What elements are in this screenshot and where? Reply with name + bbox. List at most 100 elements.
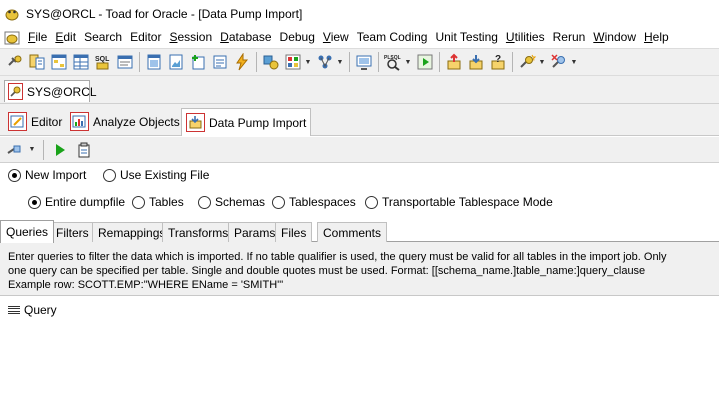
project-manager-button[interactable]: [260, 51, 282, 73]
sql-editor-button[interactable]: [48, 51, 70, 73]
radio-circle[interactable]: [272, 195, 285, 209]
plsql-dropdown[interactable]: ▼: [404, 59, 412, 66]
session-browser-button[interactable]: [70, 51, 92, 73]
menu-help[interactable]: Help: [640, 27, 673, 48]
toad-app-icon: [5, 9, 19, 20]
clipboard-button[interactable]: [73, 139, 95, 161]
sql-button[interactable]: SQL: [92, 51, 114, 73]
network-button[interactable]: [314, 51, 336, 73]
schema-browser-button[interactable]: [26, 51, 48, 73]
radio-circle[interactable]: [132, 195, 145, 209]
connect-dropdown[interactable]: ▼: [538, 59, 546, 66]
toolbar-separator: [512, 52, 513, 72]
radio-label: Use Existing File: [120, 168, 210, 182]
disconnect-dropdown[interactable]: ▼: [570, 59, 578, 66]
menu-label: Unit Testing: [435, 30, 498, 44]
toad-menu-icon[interactable]: [4, 30, 20, 46]
radio-circle[interactable]: [103, 168, 116, 182]
describe-button[interactable]: [209, 51, 231, 73]
tab-queries[interactable]: Queries: [0, 220, 55, 243]
palette-dropdown[interactable]: ▼: [304, 59, 312, 66]
query-list[interactable]: Query: [0, 295, 719, 406]
menu-label: Editor: [130, 30, 162, 44]
radio-circle[interactable]: [198, 195, 211, 209]
tab-label: Params: [234, 225, 276, 240]
plsql-magnifier-icon: PLSQL: [384, 55, 401, 71]
list-icon: [8, 305, 20, 315]
tab-label: Remappings: [98, 225, 166, 240]
disconnect-button[interactable]: [548, 51, 570, 73]
menu-utilities[interactable]: Utilities: [502, 27, 549, 48]
toolbar-separator: [439, 52, 440, 72]
doc-tab-data-pump-import[interactable]: Data Pump Import: [181, 108, 312, 136]
menu-team-coding[interactable]: Team Coding: [353, 27, 432, 48]
server-output-button[interactable]: [353, 51, 375, 73]
menu-database[interactable]: Database: [216, 27, 275, 48]
menu-mnemonic: V: [322, 30, 331, 44]
menu-mnemonic: D: [220, 30, 229, 44]
tab-comments[interactable]: Comments: [317, 222, 388, 242]
radio-use-existing-file[interactable]: Use Existing File: [103, 167, 209, 183]
tab-filters[interactable]: Filters: [50, 222, 95, 242]
menu-view[interactable]: View: [319, 27, 353, 48]
tab-transforms[interactable]: Transforms: [162, 222, 235, 242]
monitor-icon: [356, 55, 372, 70]
plsql-debug-button[interactable]: PLSQL: [382, 51, 404, 73]
menu-unit-testing[interactable]: Unit Testing: [431, 27, 501, 48]
doc-tab-analyze-objects[interactable]: Analyze Objects: [66, 108, 185, 135]
radio-label: Entire dumpfile: [45, 195, 126, 209]
window-list-button[interactable]: [114, 51, 136, 73]
tab-label: Files: [281, 225, 307, 240]
radio-tablespaces[interactable]: Tablespaces: [272, 194, 356, 210]
menu-file[interactable]: File: [24, 27, 51, 48]
shapes-icon: [263, 55, 279, 70]
view-button-1[interactable]: [143, 51, 165, 73]
radio-circle[interactable]: [365, 195, 378, 209]
execute-button[interactable]: [231, 51, 253, 73]
menu-edit[interactable]: Edit: [51, 27, 80, 48]
tab-params[interactable]: Params: [228, 222, 282, 242]
menu-rerun[interactable]: Rerun: [549, 27, 590, 48]
help-button[interactable]: ?: [487, 51, 509, 73]
sql-text: SQL: [95, 56, 110, 63]
menu-mnemonic: W: [593, 30, 605, 44]
doc-tab-editor[interactable]: Editor: [4, 108, 68, 135]
view-button-2[interactable]: [165, 51, 187, 73]
menu-search[interactable]: Search: [80, 27, 126, 48]
radio-transportable-tablespace-mode[interactable]: Transportable Tablespace Mode: [365, 194, 553, 210]
menu-window[interactable]: Window: [589, 27, 640, 48]
radio-circle[interactable]: [28, 195, 41, 209]
radio-circle[interactable]: [8, 168, 21, 182]
add-object-button[interactable]: [187, 51, 209, 73]
query-column-header[interactable]: Query: [8, 303, 57, 317]
menu-mnemonic: U: [505, 30, 515, 44]
network-dropdown[interactable]: ▼: [336, 59, 344, 66]
action-connect-dropdown[interactable]: ▼: [28, 146, 36, 153]
action-connect-button[interactable]: [4, 139, 26, 161]
new-connection-button[interactable]: [4, 51, 26, 73]
connect-button[interactable]: [516, 51, 538, 73]
radio-entire-dumpfile[interactable]: Entire dumpfile: [28, 194, 125, 210]
tab-remappings[interactable]: Remappings: [92, 222, 172, 242]
document-tabs: Editor Analyze Objects Data Pump Import: [0, 104, 719, 136]
menu-debug[interactable]: Debug: [276, 27, 319, 48]
image-icon: [169, 54, 183, 70]
instruction-example: Example row: SCOTT.EMP:"WHERE EName = 'S…: [8, 279, 284, 291]
run-import-button[interactable]: [49, 139, 71, 161]
import-button[interactable]: [465, 51, 487, 73]
export-icon: [447, 53, 461, 70]
plug-x-icon: [551, 54, 565, 68]
connection-tab[interactable]: SYS@ORCL: [4, 80, 97, 102]
run-script-button[interactable]: [414, 51, 436, 73]
tab-files[interactable]: Files: [275, 222, 313, 242]
document-icon: [147, 54, 161, 70]
sql-icon: SQL: [95, 56, 110, 70]
radio-tables[interactable]: Tables: [132, 194, 184, 210]
radio-new-import[interactable]: New Import: [8, 167, 86, 183]
export-button[interactable]: [443, 51, 465, 73]
menu-label: ession: [177, 30, 213, 44]
radio-schemas[interactable]: Schemas: [198, 194, 265, 210]
object-palette-button[interactable]: [282, 51, 304, 73]
menu-editor[interactable]: Editor: [126, 27, 165, 48]
menu-session[interactable]: Session: [165, 27, 216, 48]
